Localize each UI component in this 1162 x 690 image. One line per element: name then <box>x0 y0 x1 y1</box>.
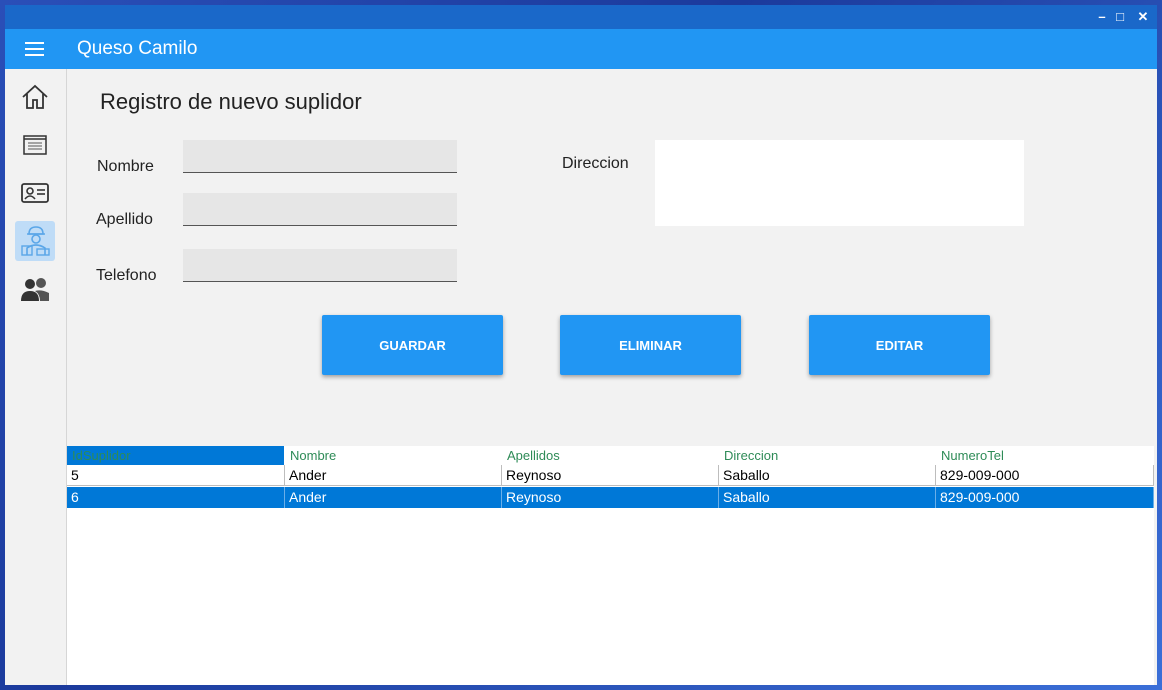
column-header-direccion[interactable]: Direccion <box>719 446 936 465</box>
eliminar-button[interactable]: ELIMINAR <box>560 315 741 375</box>
app-title: Queso Camilo <box>77 38 198 59</box>
sidebar-item-users[interactable] <box>15 269 55 309</box>
telefono-input[interactable] <box>183 249 457 282</box>
column-header-nombre[interactable]: Nombre <box>285 446 502 465</box>
sidebar-item-list[interactable] <box>15 125 55 165</box>
window-titlebar: – □ ✕ <box>5 5 1157 29</box>
cell-numerotel: 829-009-000 <box>936 465 1154 486</box>
telefono-label: Telefono <box>96 267 157 284</box>
close-button[interactable]: ✕ <box>1132 8 1154 26</box>
nombre-input[interactable] <box>183 140 457 173</box>
cell-apellidos: Reynoso <box>502 487 719 508</box>
cell-direccion: Saballo <box>719 487 936 508</box>
editar-button[interactable]: EDITAR <box>809 315 990 375</box>
sidebar-item-home[interactable] <box>15 77 55 117</box>
sidebar <box>5 69 67 685</box>
guardar-button[interactable]: GUARDAR <box>322 315 503 375</box>
sidebar-item-contacts[interactable] <box>15 173 55 213</box>
cell-nombre: Ander <box>285 487 502 508</box>
table-row[interactable]: 5 Ander Reynoso Saballo 829-009-000 <box>67 465 1154 486</box>
supplier-icon <box>21 226 50 256</box>
apellido-input[interactable] <box>183 193 457 226</box>
grid-header: IdSuplidor Nombre Apellidos Direccion Nu… <box>67 446 1154 465</box>
cell-idsuplidor: 5 <box>67 465 285 486</box>
column-header-idsuplidor[interactable]: IdSuplidor <box>67 446 284 465</box>
maximize-button[interactable]: □ <box>1109 8 1131 26</box>
app-window: – □ ✕ Queso Camilo Registro de nuevo sup… <box>5 5 1157 685</box>
cell-idsuplidor: 6 <box>67 487 285 508</box>
contact-card-icon <box>21 183 49 203</box>
list-icon <box>23 135 47 155</box>
home-icon <box>22 84 48 109</box>
hamburger-icon[interactable] <box>25 42 45 56</box>
direccion-input[interactable] <box>655 140 1024 226</box>
suppliers-grid[interactable]: IdSuplidor Nombre Apellidos Direccion Nu… <box>67 446 1154 685</box>
page-title: Registro de nuevo suplidor <box>100 89 362 114</box>
cell-nombre: Ander <box>285 465 502 486</box>
app-bar: Queso Camilo <box>5 29 1157 69</box>
column-header-numerotel[interactable]: NumeroTel <box>936 446 1153 465</box>
cell-direccion: Saballo <box>719 465 936 486</box>
direccion-label: Direccion <box>562 155 629 172</box>
apellido-label: Apellido <box>96 211 153 228</box>
nombre-label: Nombre <box>97 158 154 175</box>
table-row-selected[interactable]: 6 Ander Reynoso Saballo 829-009-000 <box>67 487 1154 508</box>
users-icon <box>21 278 49 301</box>
cell-numerotel: 829-009-000 <box>936 487 1154 508</box>
sidebar-item-suppliers[interactable] <box>15 221 55 261</box>
column-header-apellidos[interactable]: Apellidos <box>502 446 719 465</box>
cell-apellidos: Reynoso <box>502 465 719 486</box>
